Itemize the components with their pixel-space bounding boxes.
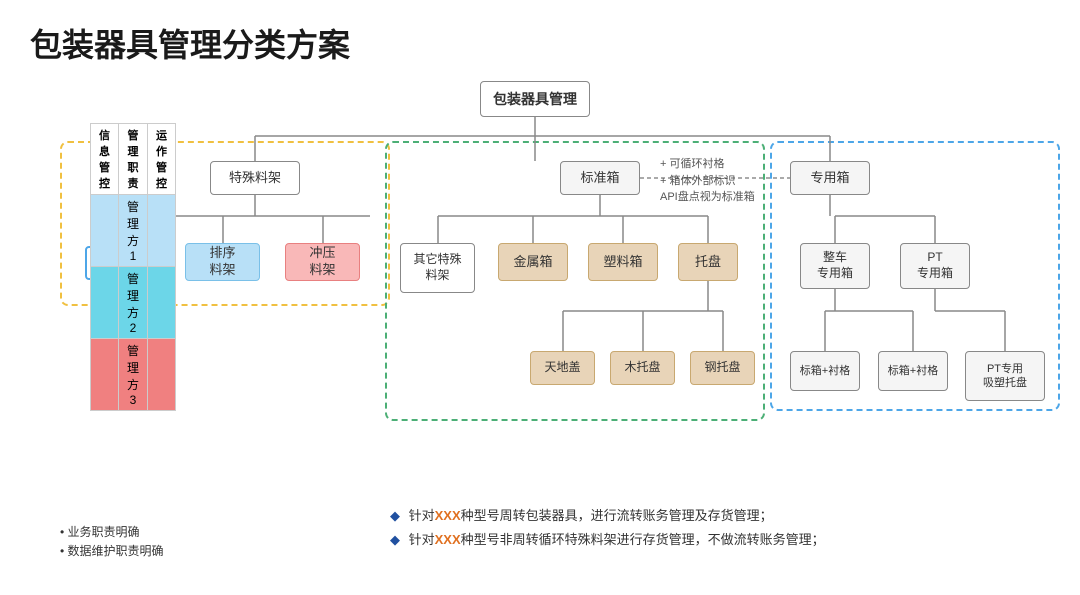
bullets: • 业务职责明确 • 数据维护职责明确 — [60, 521, 164, 561]
pallet-node: 托盘 — [678, 243, 738, 281]
bottom-bullet1: ◆ 针对XXX种型号周转包装器具，进行流转账务管理及存货管理； — [390, 504, 825, 527]
whole-car-label: 整车专用箱 — [817, 250, 853, 281]
legend-header-col3: 运作管控 — [148, 124, 176, 195]
diagram-area: 包装器具管理 特殊料架 标准箱 专用箱 Dolly 排序料架 冲压料架 其它特殊… — [30, 81, 1050, 571]
bottom-bullet2: ◆ 针对XXX种型号非周转循环特殊料架进行存货管理，不做流转账务管理； — [390, 528, 825, 551]
paixu-label: 排序料架 — [209, 245, 235, 279]
pt-pallet-label: PT专用吸塑托盘 — [983, 362, 1027, 391]
chongya-node: 冲压料架 — [285, 243, 360, 281]
legend-row3-col1 — [91, 339, 119, 411]
legend-row1-col3 — [148, 195, 176, 267]
legend-row2-col2: 管理方2 — [119, 267, 148, 339]
biaoxiang1-node: 标箱+衬格 — [790, 351, 860, 391]
bb1-text2: 种型号周转包装器具，进行流转账务管理及存货管理； — [461, 508, 773, 523]
diamond1: ◆ — [390, 508, 400, 523]
whole-car-node: 整车专用箱 — [800, 243, 870, 289]
special-rack-node: 特殊料架 — [210, 161, 300, 195]
pt-box-label: PT专用箱 — [917, 250, 953, 281]
annotation-box: + 可循环衬格 + 箱体外部标识 API盘点视为标准箱 — [660, 156, 790, 206]
paixu-node: 排序料架 — [185, 243, 260, 281]
legend-row2-col3 — [148, 267, 176, 339]
other-special-node: 其它特殊料架 — [400, 243, 475, 293]
bullet1: • 业务职责明确 — [60, 523, 164, 540]
page: 包装器具管理分类方案 — [0, 0, 1080, 595]
annotation-line1: + 可循环衬格 — [660, 156, 790, 173]
legend-header-col2: 管理职责 — [119, 124, 148, 195]
legend-header-col1: 信息管控 — [91, 124, 119, 195]
annotation-line2: + 箱体外部标识 — [660, 173, 790, 190]
tiandgai-node: 天地盖 — [530, 351, 595, 385]
bottom-info: ◆ 针对XXX种型号周转包装器具，进行流转账务管理及存货管理； ◆ 针对XXX种… — [390, 504, 825, 551]
bb2-text1: 针对 — [409, 532, 435, 547]
standard-box-node: 标准箱 — [560, 161, 640, 195]
bb1-text1: 针对 — [409, 508, 435, 523]
biaoxiang2-node: 标箱+衬格 — [878, 351, 948, 391]
other-label: 其它特殊料架 — [413, 252, 461, 283]
legend-row3-col3 — [148, 339, 176, 411]
legend-row1-col1 — [91, 195, 119, 267]
legend-row2-col1 — [91, 267, 119, 339]
bullet2: • 数据维护职责明确 — [60, 542, 164, 559]
metal-box-node: 金属箱 — [498, 243, 568, 281]
diamond2: ◆ — [390, 532, 400, 547]
page-title: 包装器具管理分类方案 — [30, 20, 1050, 66]
bb2-text2: 种型号非周转循环特殊料架进行存货管理，不做流转账务管理； — [461, 532, 825, 547]
root-node: 包装器具管理 — [480, 81, 590, 117]
bb2-highlight: XXX — [435, 532, 461, 547]
pt-pallet-node: PT专用吸塑托盘 — [965, 351, 1045, 401]
pt-box-node: PT专用箱 — [900, 243, 970, 289]
legend-row1-col2: 管理方1 — [119, 195, 148, 267]
legend-row3-col2: 管理方3 — [119, 339, 148, 411]
wood-pallet-node: 木托盘 — [610, 351, 675, 385]
bb1-highlight: XXX — [435, 508, 461, 523]
chongya-label: 冲压料架 — [309, 245, 335, 279]
legend-table: 信息管控 管理职责 运作管控 管理方1 管理方2 管理方3 — [90, 123, 176, 411]
steel-pallet-node: 钢托盘 — [690, 351, 755, 385]
plastic-box-node: 塑料箱 — [588, 243, 658, 281]
special-box-node: 专用箱 — [790, 161, 870, 195]
annotation-line3: API盘点视为标准箱 — [660, 189, 790, 206]
